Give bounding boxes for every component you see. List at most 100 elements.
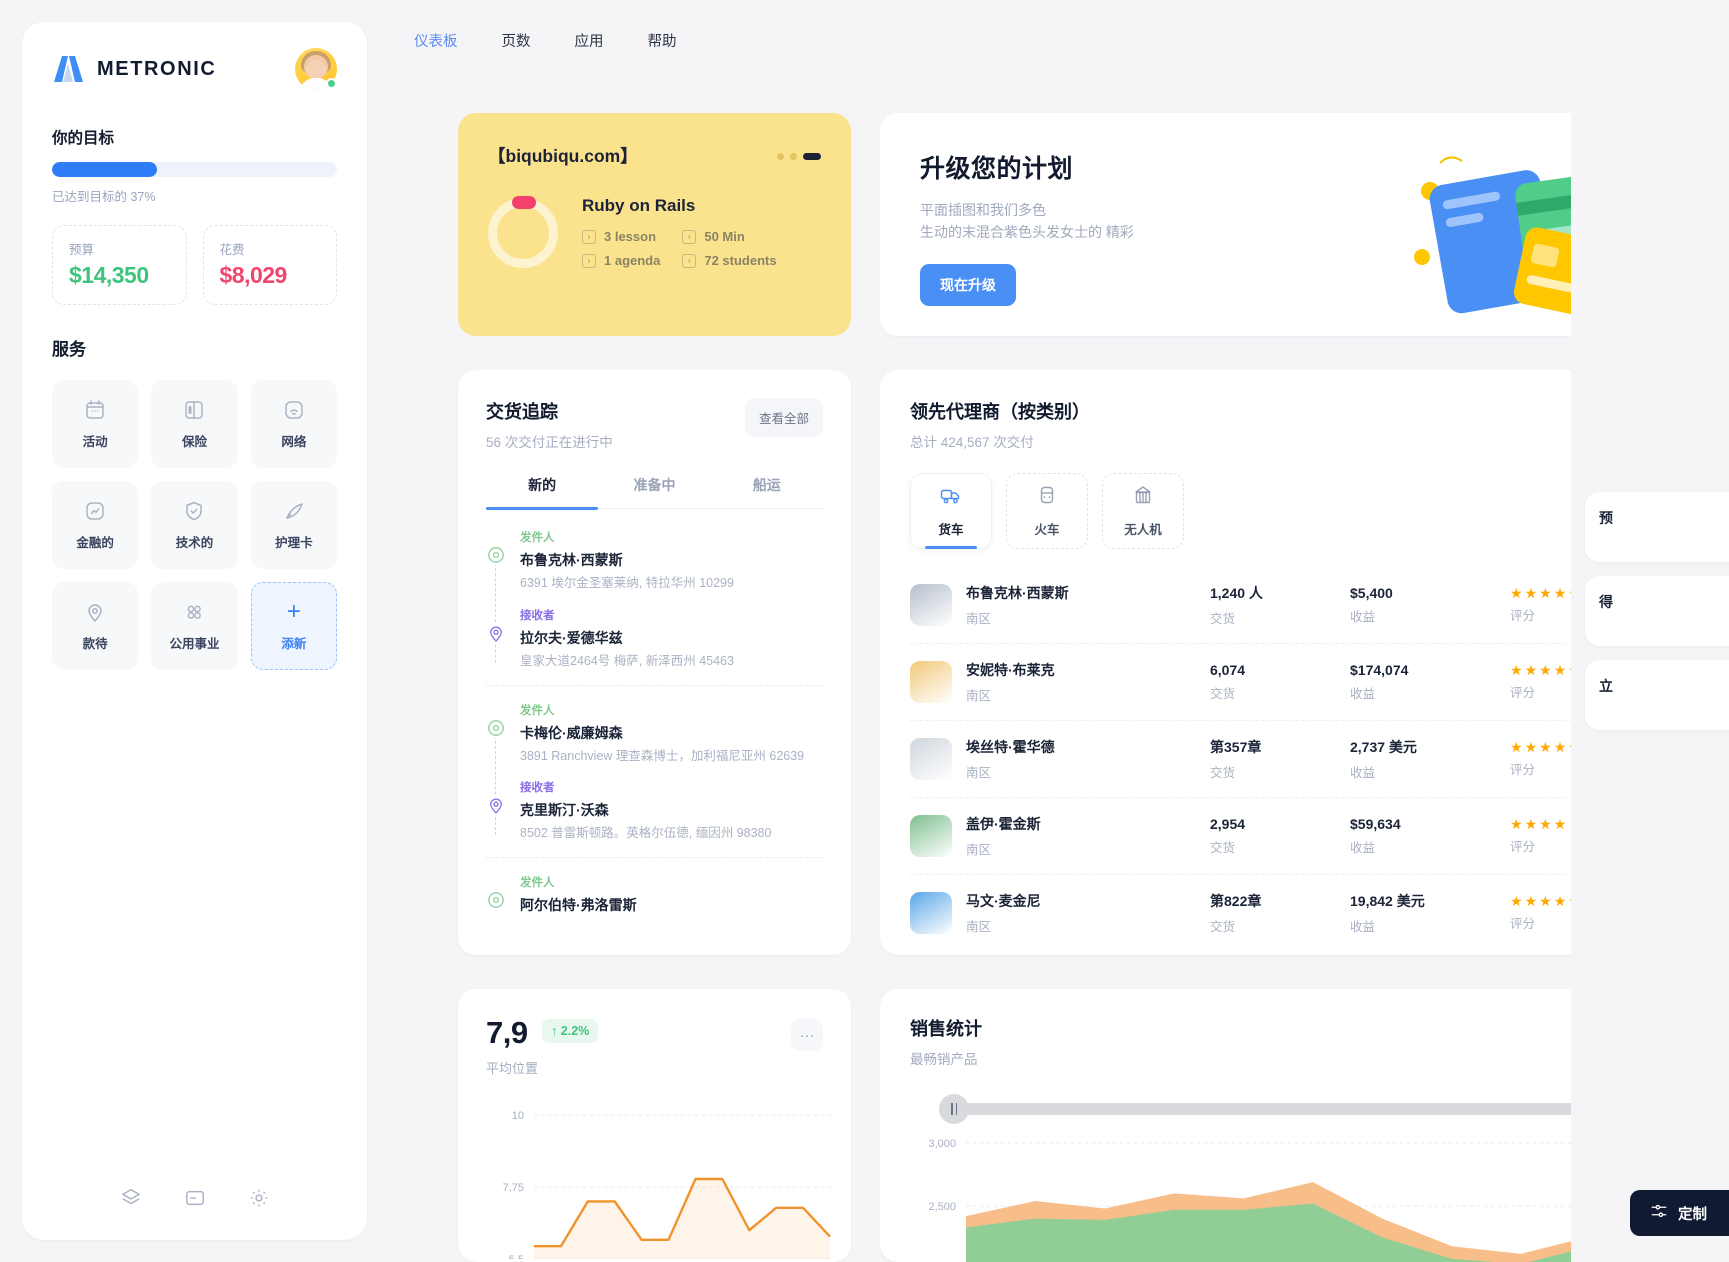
agent-mode-label: 无人机 <box>1124 523 1162 537</box>
agent-revenue-value: 2,737 美元 <box>1350 739 1417 755</box>
progress-ring-icon <box>488 196 558 268</box>
delivery-group: 发件人 布鲁克林·西蒙斯 6391 埃尔金圣塞莱纳, 特拉华州 10299 接收者 拉尔… <box>486 529 823 686</box>
agent-avatar <box>910 738 952 780</box>
agent-rating-stars: ★ ★ ★ ★ ★ <box>1510 894 1626 908</box>
agent-delivery-value: 第822章 <box>1210 893 1262 909</box>
service-cell-4[interactable]: 技术的 <box>151 481 238 569</box>
svg-text:5.5: 5.5 <box>509 1254 524 1259</box>
sales-title: 销售统计 <box>910 1019 982 1039</box>
star-icon: ★ <box>1553 739 1567 755</box>
agent-row: 安妮特·布莱克 南区 6,074 交货 $174,074 收益 ★ ★ ★ ★ ★ 评分 → <box>910 644 1670 721</box>
delivery-tab-0[interactable]: 新的 <box>486 475 599 510</box>
gear-icon[interactable] <box>248 1187 270 1214</box>
slider-knob-right[interactable] <box>1645 1094 1675 1124</box>
stat-row: 预算 $14,350 花费 $8,029 <box>52 225 337 305</box>
promo-carousel-dots[interactable] <box>777 153 821 160</box>
agent-detail-arrow-button[interactable]: → <box>1626 896 1660 930</box>
carousel-dot-active[interactable] <box>803 153 821 160</box>
agents-title: 领先代理商（按类别） <box>910 402 1090 422</box>
delivery-group: 发件人 阿尔伯特·弗洛雷斯 <box>486 874 823 929</box>
avatar[interactable] <box>295 48 337 90</box>
map-pin-icon <box>83 600 107 624</box>
agent-revenue-caption: 收益 <box>1350 766 1376 780</box>
agent-avatar <box>910 661 952 703</box>
star-icon: ★ <box>1568 739 1581 755</box>
sales-subtitle: 最畅销产品 <box>910 1052 978 1067</box>
nav-item-2[interactable]: 应用 <box>575 30 604 51</box>
agent-mode-2[interactable]: 无人机 <box>1102 473 1184 549</box>
layers-icon[interactable] <box>120 1187 142 1214</box>
agent-rating-caption: 评分 <box>1510 840 1536 854</box>
agent-region: 南区 <box>966 766 992 780</box>
carousel-dot[interactable] <box>777 153 784 160</box>
sidebar-footer <box>22 1187 367 1214</box>
star-icon: ★ <box>1553 662 1567 678</box>
service-cell-5[interactable]: 护理卡 <box>250 481 337 569</box>
service-cell-6[interactable]: 款待 <box>52 582 139 670</box>
sender-address: 6391 埃尔金圣塞莱纳, 特拉华州 10299 <box>520 576 734 590</box>
note-icon[interactable] <box>184 1187 206 1214</box>
agent-rating-stars: ★ ★ ★ ★ ★ <box>1510 663 1626 677</box>
star-icon: ★ <box>1510 662 1523 678</box>
service-cell-3[interactable]: 金融的 <box>52 481 139 569</box>
chevron-right-icon: › <box>682 229 697 244</box>
more-horizontal-icon[interactable]: ··· <box>791 1019 823 1051</box>
delivery-subtitle: 56 次交付正在进行中 <box>486 435 613 450</box>
agent-detail-arrow-button[interactable]: → <box>1626 742 1660 776</box>
view-all-button[interactable]: 查看全部 <box>744 398 823 437</box>
star-icon: ★ <box>1568 585 1581 601</box>
promo-meta-list: › 3 lesson › 50 Min › 1 agenda › 72 students <box>582 229 777 268</box>
sales-statistics-card: 销售统计 最畅销产品 ··· 3,0002,5002,000 <box>880 989 1700 1262</box>
brand-name: METRONIC <box>97 57 217 80</box>
metronic-logo-icon <box>52 54 85 84</box>
sender-role-label: 发件人 <box>520 704 555 717</box>
sender-pin-icon <box>486 890 506 910</box>
promo-meta-label: 72 students <box>704 253 777 268</box>
agent-detail-arrow-button[interactable]: → <box>1626 665 1660 699</box>
brand[interactable]: METRONIC <box>52 54 216 84</box>
more-horizontal-icon[interactable]: ··· <box>1640 1019 1672 1051</box>
svg-text:10: 10 <box>512 1110 524 1122</box>
svg-text:7.75: 7.75 <box>503 1182 524 1194</box>
star-icon: ★ <box>1553 893 1567 909</box>
service-cell-2[interactable]: 网络 <box>250 380 337 468</box>
dashboard-page: METRONIC 你的目标 已达到目标的 37% 预算 $14,350 花费 $ <box>0 0 1729 1262</box>
agent-rating-stars: ★ ★ ★ ★ ★ <box>1510 586 1626 600</box>
nav-item-3[interactable]: 帮助 <box>648 30 677 51</box>
agent-delivery-caption: 交货 <box>1210 612 1236 626</box>
star-icon: ★ <box>1524 893 1538 909</box>
customize-button[interactable]: 定制 <box>1630 1190 1729 1236</box>
upgrade-now-button[interactable]: 现在升级 <box>920 263 1016 306</box>
service-cell-7[interactable]: 公用事业 <box>151 582 238 670</box>
sales-range-slider[interactable] <box>939 1094 1675 1124</box>
stat-budget-caption: 预算 <box>69 243 95 257</box>
trending-up-icon <box>83 499 107 523</box>
chat-bubble-icon[interactable] <box>1663 28 1707 72</box>
agent-detail-arrow-button[interactable]: → <box>1626 819 1660 853</box>
add-product-button[interactable]: 添加产品 <box>1591 398 1670 437</box>
agent-mode-0[interactable]: 货车 <box>910 473 992 549</box>
service-cell-8[interactable]: + 添新 <box>250 582 337 670</box>
nav-item-1[interactable]: 页数 <box>502 30 531 51</box>
service-cell-1[interactable]: 保险 <box>151 380 238 468</box>
sender-role-label: 发件人 <box>520 532 555 544</box>
service-cell-0[interactable]: 活动 <box>52 380 139 468</box>
slider-knob-left[interactable] <box>939 1094 969 1124</box>
train-icon <box>1035 484 1059 511</box>
star-icon: ★ <box>1539 893 1552 909</box>
customize-label: 定制 <box>1678 1206 1707 1223</box>
delivery-tabs: 新的 准备中 船运 <box>486 475 823 510</box>
receiver-role-label: 接收者 <box>520 782 555 795</box>
stat-spent-value: $8,029 <box>219 262 288 288</box>
nav-item-0[interactable]: 仪表板 <box>414 30 458 51</box>
agent-row: 盖伊·霍金斯 南区 2,954 交货 $59,634 收益 ★ ★ ★ ★ ★ 评分 → <box>910 798 1670 875</box>
delivery-tab-1[interactable]: 准备中 <box>598 475 710 508</box>
agent-detail-arrow-button[interactable]: → <box>1626 588 1660 622</box>
agents-subtitle: 总计 424,567 次交付 <box>910 435 1034 450</box>
delivery-tab-2[interactable]: 船运 <box>711 475 823 508</box>
agent-mode-1[interactable]: 火车 <box>1006 473 1088 549</box>
carousel-dot[interactable] <box>790 153 797 160</box>
receiver-pin-icon <box>486 622 506 643</box>
sender-address: 3891 Ranchview 理查森博士，加利福尼亚州 62639 <box>520 748 805 763</box>
agent-revenue-value: $59,634 <box>1350 816 1401 832</box>
